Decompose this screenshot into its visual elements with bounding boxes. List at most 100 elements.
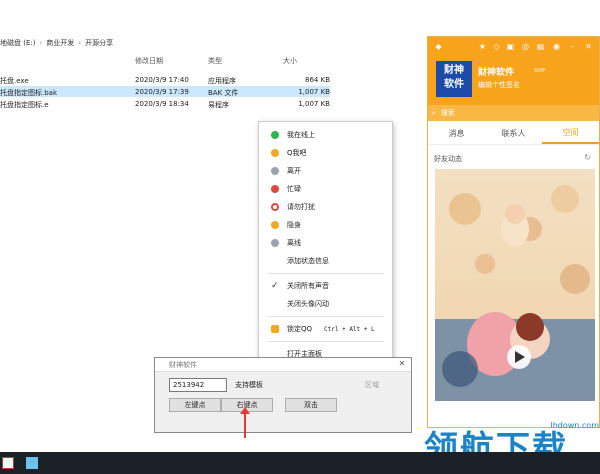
feed-image[interactable]: [435, 169, 595, 401]
menu-item-label: 忙碌: [287, 185, 301, 193]
cartoon-illustration: [435, 185, 595, 401]
menu-divider: [267, 316, 384, 317]
shirt-icon[interactable]: ◇: [492, 42, 501, 51]
app-dialog: 财神软件 ✕ 2513942 支持模板 区域 左键点 右键点 双击: [154, 357, 412, 433]
menu-item-label: 关闭头像闪动: [287, 300, 329, 308]
menu-item-label: 关闭所有声音: [287, 282, 329, 290]
menu-item-online[interactable]: 我在线上: [259, 126, 392, 144]
menu-item-avatar-flash[interactable]: 关闭头像闪动: [259, 295, 392, 313]
dialog-text: 支持模板: [235, 381, 263, 389]
tab-qzone[interactable]: 空间: [542, 123, 599, 144]
menu-divider: [267, 341, 384, 342]
breadcrumb: 地磁盘 (E:) › 商业开发 › 开源分享: [0, 36, 113, 50]
invisible-icon: [271, 221, 279, 229]
file-type: BAK 文件: [208, 89, 239, 97]
column-header-type[interactable]: 类型: [208, 56, 222, 66]
left-click-button[interactable]: 左键点: [169, 398, 221, 412]
tray-id-input[interactable]: 2513942: [169, 378, 227, 392]
menu-item-q-me[interactable]: Q我吧: [259, 144, 392, 162]
qq-tabs: 消息 联系人 空间: [428, 123, 599, 145]
menu-item-label: 离线: [287, 239, 301, 247]
tray-context-menu: 我在线上 Q我吧 离开 忙碌 请勿打扰 隐身 离线 添加状态信息 ✓ 关闭所有声…: [258, 121, 393, 394]
file-list-header: 修改日期 类型 大小: [0, 54, 426, 68]
menu-shortcut: Ctrl + Alt + L: [324, 325, 375, 333]
busy-icon: [271, 185, 279, 193]
qq-panel: ◆ ★ ◇ ▣ ◎ ▤ ◉ – ✕ 财神 软件 财神软件 SVIP 编辑个性签名 …: [427, 36, 600, 428]
bag-icon[interactable]: ◉: [552, 42, 561, 51]
tab-messages[interactable]: 消息: [428, 123, 485, 144]
gift-icon[interactable]: ▣: [506, 42, 515, 51]
menu-item-add-status[interactable]: 添加状态信息: [259, 252, 392, 270]
explorer-icon[interactable]: [26, 457, 38, 469]
menu-item-label: 锁定QQ: [287, 325, 313, 333]
breadcrumb-drive[interactable]: 地磁盘 (E:): [0, 38, 35, 48]
feed-label[interactable]: 好友动态: [434, 154, 462, 164]
tab-contacts[interactable]: 联系人: [485, 123, 542, 144]
column-header-size[interactable]: 大小: [283, 56, 297, 66]
dialog-text-faded: 区域: [365, 381, 379, 389]
menu-divider: [267, 273, 384, 274]
file-row[interactable]: 托盘指定图标.e 2020/3/9 18:34 易程序 1,007 KB: [0, 98, 330, 109]
bell-icon[interactable]: ◆: [434, 42, 443, 51]
menu-item-label: 离开: [287, 167, 301, 175]
menu-item-label: Q我吧: [287, 149, 307, 157]
signature[interactable]: 编辑个性签名: [478, 80, 520, 90]
search-icon: ⌕: [432, 108, 436, 117]
badge-icon[interactable]: ◎: [521, 42, 530, 51]
menu-item-busy[interactable]: 忙碌: [259, 180, 392, 198]
menu-item-mute-all[interactable]: ✓ 关闭所有声音: [259, 277, 392, 295]
double-click-button[interactable]: 双击: [285, 398, 337, 412]
menu-item-invisible[interactable]: 隐身: [259, 216, 392, 234]
breadcrumb-separator: ›: [78, 39, 82, 47]
minimize-icon[interactable]: –: [568, 42, 577, 51]
refresh-icon[interactable]: ↻: [584, 153, 591, 162]
search-placeholder: 搜索: [440, 109, 455, 117]
tray-app-icon[interactable]: [2, 457, 14, 469]
menu-item-label: 隐身: [287, 221, 301, 229]
checkmark-icon: ✓: [271, 281, 279, 291]
file-size: 1,007 KB: [298, 100, 330, 108]
online-icon: [271, 131, 279, 139]
file-size: 1,007 KB: [298, 88, 330, 96]
file-date: 2020/3/9 17:39: [135, 88, 189, 96]
file-type: 易程序: [208, 101, 229, 109]
file-date: 2020/3/9 17:40: [135, 76, 189, 84]
file-row[interactable]: 托盘.exe 2020/3/9 17:40 应用程序 864 KB: [0, 74, 330, 85]
menu-item-lock-qq[interactable]: 锁定QQ Ctrl + Alt + L: [259, 320, 392, 338]
breadcrumb-folder[interactable]: 开源分享: [85, 38, 113, 48]
lock-icon: [271, 325, 279, 333]
away-icon: [271, 167, 279, 175]
column-header-date[interactable]: 修改日期: [135, 56, 163, 66]
close-icon[interactable]: ✕: [397, 359, 407, 369]
menu-item-label: 请勿打扰: [287, 203, 315, 211]
mail-icon[interactable]: ▤: [536, 42, 545, 51]
close-icon[interactable]: ✕: [584, 42, 593, 51]
user-name: 财神软件: [478, 68, 515, 78]
menu-item-away[interactable]: 离开: [259, 162, 392, 180]
menu-item-label: 添加状态信息: [287, 257, 329, 265]
search-bar[interactable]: ⌕ 搜索: [428, 105, 599, 121]
taskbar: [0, 452, 600, 474]
file-name: 托盘.exe: [0, 77, 29, 85]
offline-icon: [271, 239, 279, 247]
do-not-disturb-icon: [271, 203, 279, 211]
qq-header: ◆ ★ ◇ ▣ ◎ ▤ ◉ – ✕ 财神 软件 财神软件 SVIP 编辑个性签名 …: [428, 37, 599, 121]
vip-badge: SVIP: [534, 68, 546, 74]
file-row[interactable]: 托盘指定图标.bak 2020/3/9 17:39 BAK 文件 1,007 K…: [0, 86, 330, 97]
breadcrumb-folder[interactable]: 商业开发: [46, 38, 74, 48]
q-me-icon: [271, 149, 279, 157]
file-name: 托盘指定图标.e: [0, 101, 49, 109]
file-type: 应用程序: [208, 77, 236, 85]
menu-item-label: 我在线上: [287, 131, 315, 139]
file-date: 2020/3/9 18:34: [135, 100, 189, 108]
red-arrow-annotation: [240, 407, 250, 438]
menu-item-offline[interactable]: 离线: [259, 234, 392, 252]
menu-item-do-not-disturb[interactable]: 请勿打扰: [259, 198, 392, 216]
file-size: 864 KB: [305, 76, 330, 84]
file-name: 托盘指定图标.bak: [0, 89, 58, 97]
avatar[interactable]: 财神 软件: [436, 61, 472, 97]
breadcrumb-separator: ›: [39, 39, 43, 47]
dialog-titlebar: 财神软件 ✕: [155, 358, 411, 372]
star-icon[interactable]: ★: [478, 42, 487, 51]
dialog-title: 财神软件: [169, 360, 197, 369]
